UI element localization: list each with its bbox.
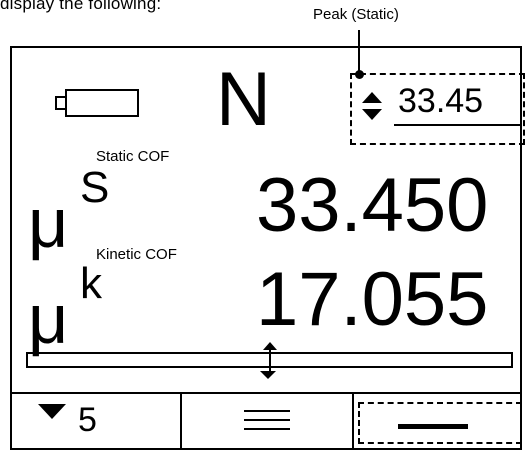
kinetic-mu-symbol: μ (28, 280, 69, 358)
kinetic-cof-label: Kinetic COF (96, 246, 177, 263)
menu-lines-icon (244, 408, 290, 437)
softkey-divider-2 (352, 392, 354, 448)
static-cof-value: 33.450 (256, 163, 489, 248)
unit-label: N (216, 57, 271, 142)
down-triangle-icon (38, 404, 66, 425)
static-mu-symbol: μ (28, 184, 69, 262)
battery-icon (54, 88, 140, 123)
up-down-arrows-icon[interactable] (360, 90, 384, 127)
peak-static-callout-label: Peak (Static) (313, 6, 399, 23)
marker-arrow-down-icon (259, 371, 276, 379)
count-value: 5 (78, 401, 97, 439)
peak-value-underline (394, 124, 522, 126)
dash-icon (398, 417, 468, 435)
marker-arrow-up-icon (262, 342, 277, 350)
intro-text: display the following: (0, 0, 162, 13)
kinetic-mu-superscript: k (80, 259, 102, 308)
kinetic-cof-value: 17.055 (256, 257, 489, 342)
load-bar-marker (259, 342, 280, 385)
peak-value: 33.45 (398, 82, 484, 120)
static-mu-superscript: S (80, 163, 110, 212)
